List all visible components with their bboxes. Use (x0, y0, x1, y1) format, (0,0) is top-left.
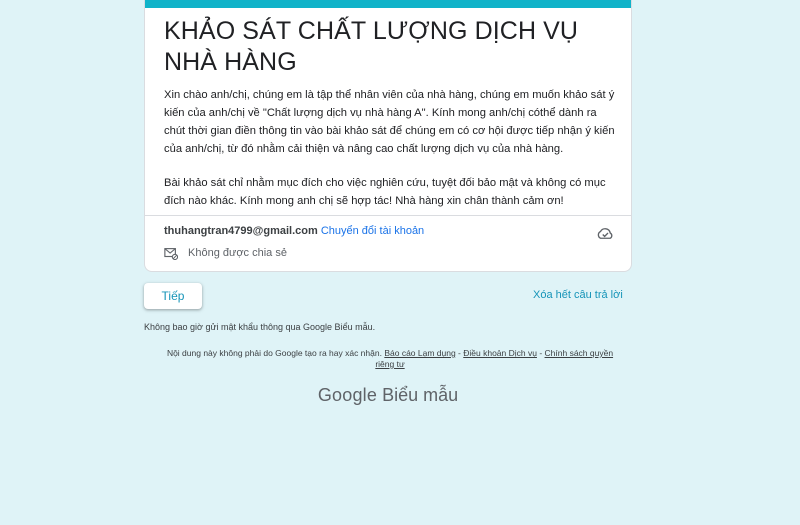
share-status-row: Không được chia sẻ (164, 246, 287, 260)
not-shared-icon (164, 248, 178, 260)
google-forms-logo[interactable]: Google Biểu mẫu (0, 385, 776, 406)
report-abuse-link[interactable]: Báo cáo Lạm dụng (384, 348, 455, 358)
form-title: KHẢO SÁT CHẤT LƯỢNG DỊCH VỤ NHÀ HÀNG (164, 17, 579, 76)
cloud-done-icon (597, 228, 613, 239)
logo-google-text: Google (317, 385, 378, 405)
footer-disclaimer: Nội dung này không phải do Google tạo ra… (160, 348, 620, 370)
card-accent-bar (145, 0, 631, 8)
clear-form-button[interactable]: Xóa hết câu trả lời (533, 289, 623, 301)
account-email: thuhangtran4799@gmail.com (164, 225, 318, 237)
disclaimer-text: Nội dung này không phải do Google tạo ra… (166, 348, 382, 358)
form-header-card: KHẢO SÁT CHẤT LƯỢNG DỊCH VỤ NHÀ HÀNG Xin… (144, 0, 632, 272)
form-description-paragraph-1: Xin chào anh/chị, chúng em là tập thể nh… (164, 89, 615, 155)
form-description: Xin chào anh/chị, chúng em là tập thể nh… (164, 86, 619, 210)
next-button[interactable]: Tiếp (144, 283, 202, 309)
divider (145, 215, 631, 216)
form-description-paragraph-2: Bài khảo sát chỉ nhằm mục đích cho việc … (164, 177, 606, 207)
password-warning: Không bao giờ gửi mật khẩu thông qua Goo… (144, 322, 376, 332)
share-status-text: Không được chia sẻ (188, 247, 287, 259)
account-row: thuhangtran4799@gmail.com Chuyển đổi tài… (164, 225, 424, 237)
switch-account-link[interactable]: Chuyển đổi tài khoản (321, 225, 424, 237)
terms-of-service-link[interactable]: Điều khoản Dịch vụ (463, 348, 537, 358)
logo-product-text: Biểu mẫu (382, 385, 459, 405)
footer-separator: - (536, 348, 545, 358)
